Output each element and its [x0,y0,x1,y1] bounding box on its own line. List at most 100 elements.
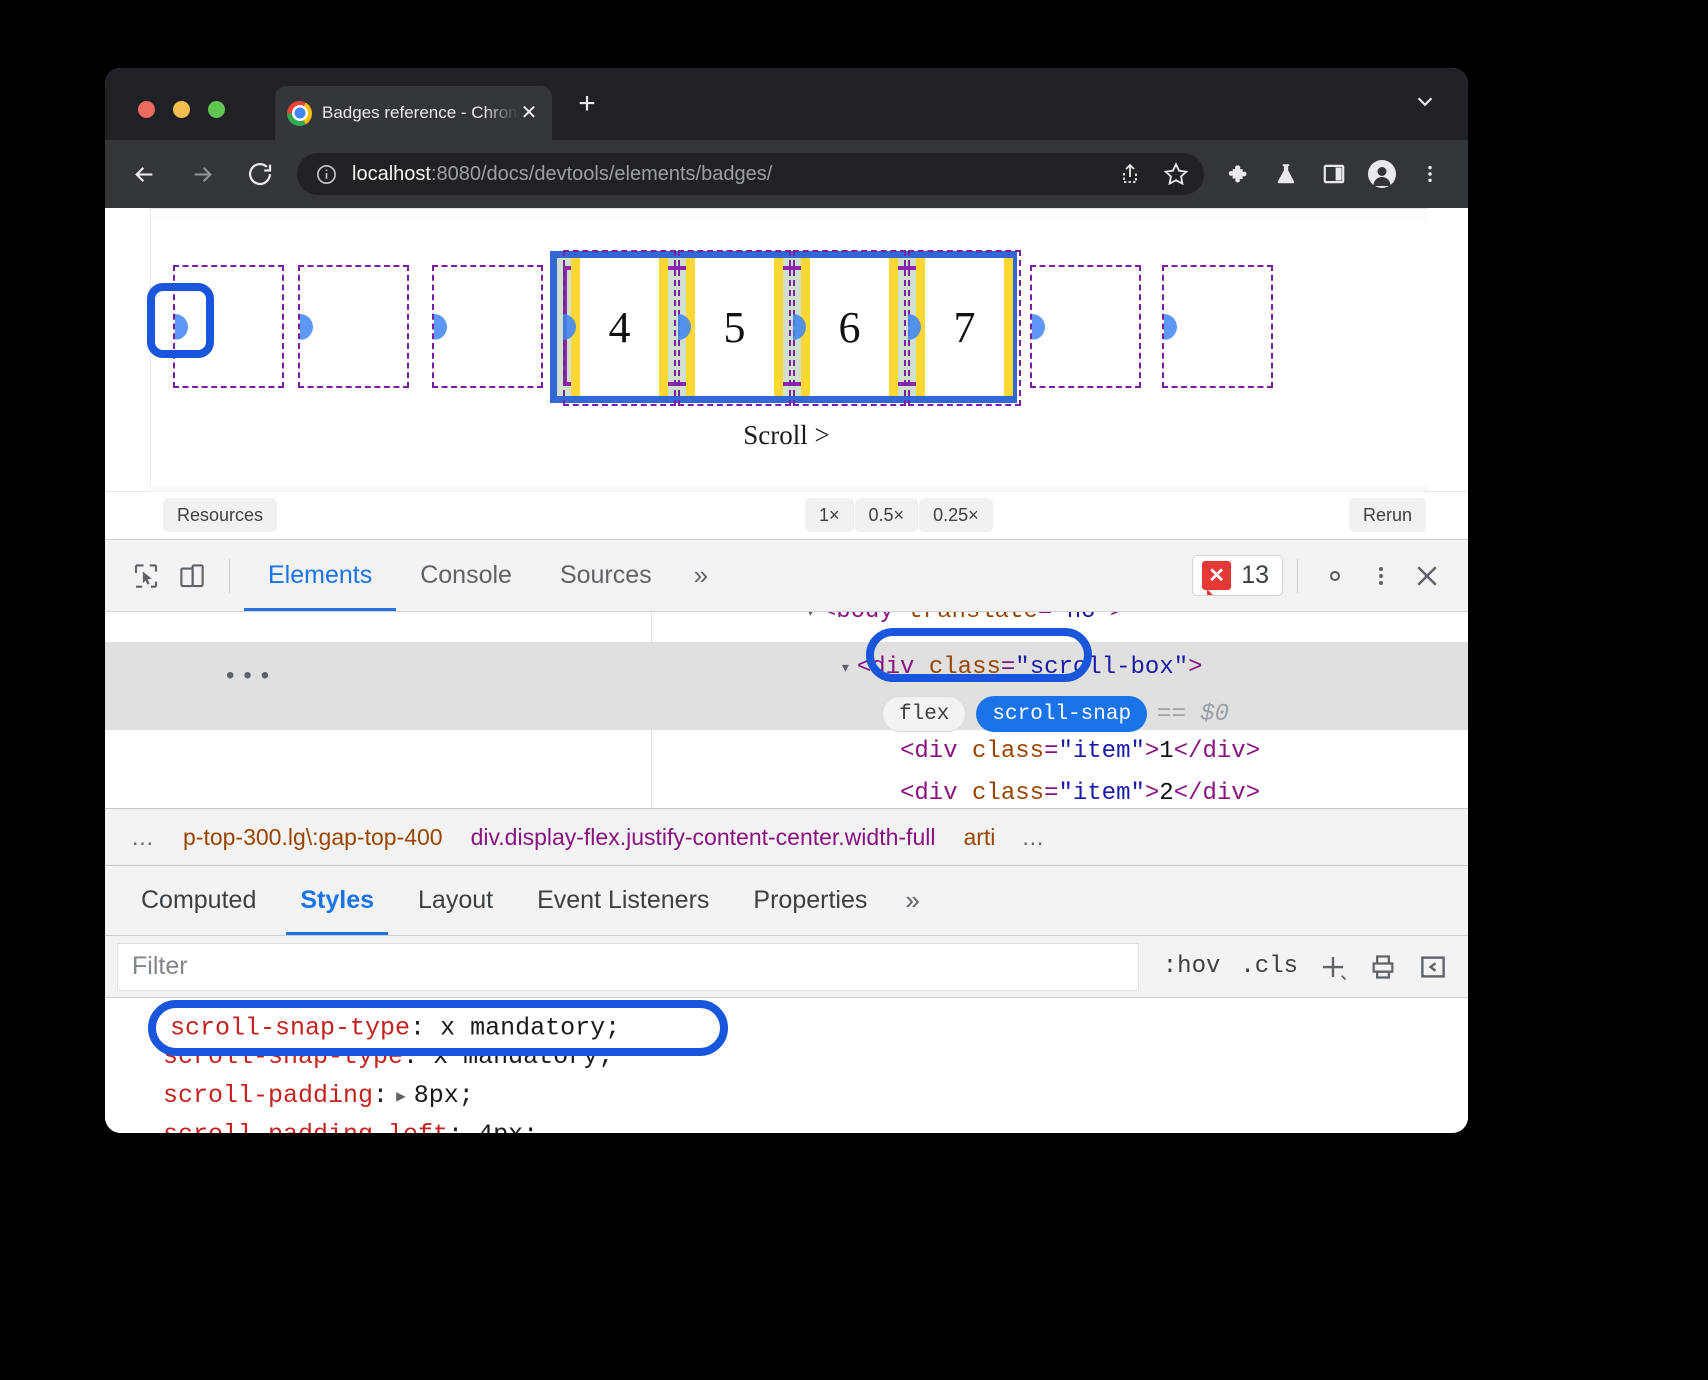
kebab-menu-icon[interactable] [1358,553,1404,599]
scroll-item: 4 [571,258,668,396]
css-property-value[interactable]: 4px [478,1120,523,1133]
expand-triangle-icon[interactable]: ▾ [840,659,851,679]
breadcrumb-overflow-right[interactable]: … [1009,824,1059,851]
flask-icon[interactable] [1266,154,1306,194]
devtools-panel: Elements Console Sources » ✕ 13 [105,539,1468,1133]
css-property-value[interactable]: x mandatory [433,1042,598,1071]
css-property-name[interactable]: scroll-snap-type [163,1042,403,1071]
device-toggle-icon[interactable] [169,553,215,599]
tab-computed[interactable]: Computed [119,866,278,935]
expand-shorthand-icon[interactable]: ▶ [268,1008,294,1028]
share-icon[interactable] [1110,154,1150,194]
rerun-button[interactable]: Rerun [1349,498,1426,532]
plus-icon[interactable] [1310,944,1356,990]
css-declaration-scroll-snap-type[interactable]: scroll-snap-type: x mandatory; [163,1037,1468,1076]
css-property-name[interactable]: scroll-padding [163,1081,373,1110]
tab-styles[interactable]: Styles [278,866,396,935]
maximize-window-button[interactable] [208,101,225,118]
avatar[interactable] [1362,154,1402,194]
snap-point-marker [1151,314,1177,340]
dom-row-menu-icon[interactable]: ••• [223,664,275,691]
back-arrow-icon[interactable] [123,153,165,195]
tab-sources[interactable]: Sources [536,540,676,611]
forward-arrow-icon[interactable] [181,153,223,195]
snap-point-marker [1019,314,1045,340]
breadcrumb-item-1[interactable]: div.display-flex.justify-content-center.… [457,824,950,851]
breadcrumb-item-2[interactable]: arti [949,824,1009,851]
css-property-value[interactable]: 8px [414,1081,459,1110]
expand-shorthand-icon[interactable]: ▶ [388,1086,414,1106]
css-property-name[interactable]: scroll-padding-left [163,1120,448,1133]
zoom-level-group: 1× 0.5× 0.25× [805,498,993,532]
gear-icon[interactable] [1312,553,1358,599]
tab-event-listeners[interactable]: Event Listeners [515,866,731,935]
scroll-hint-label: Scroll > [105,420,1468,451]
hover-state-button[interactable]: :hov [1155,953,1229,980]
error-x-icon: ✕ [1202,561,1231,590]
snap-area-cell [432,265,543,388]
snap-point-marker [287,314,313,340]
snap-point-marker [162,314,188,340]
tab-elements[interactable]: Elements [244,540,396,611]
kebab-menu-icon[interactable] [1410,154,1450,194]
browser-tab[interactable]: Badges reference - Chrome De ✕ [275,86,552,140]
url-text: localhost:8080/docs/devtools/elements/ba… [352,163,1110,186]
scroll-item: 6 [801,258,898,396]
inspect-cursor-icon[interactable] [123,553,169,599]
browser-toolbar: localhost:8080/docs/devtools/elements/ba… [105,140,1468,208]
dom-tree[interactable]: ▾<body translate="no"> ••• ▾<div class="… [105,612,1468,808]
styles-rules-pane[interactable]: margin: ▶ auto; scroll-snap-type: x mand… [105,998,1468,1133]
close-window-button[interactable] [138,101,155,118]
css-property-value[interactable]: auto [294,1003,354,1032]
css-property-name[interactable]: margin [163,1003,253,1032]
zoom-0.25x-button[interactable]: 0.25× [919,498,993,532]
star-icon[interactable] [1156,154,1196,194]
snap-area-cell [298,265,409,388]
snap-point-marker [421,314,447,340]
address-bar[interactable]: localhost:8080/docs/devtools/elements/ba… [297,153,1204,195]
close-icon[interactable] [1404,553,1450,599]
dom-row-body[interactable]: ▾<body translate="no"> [105,612,1468,642]
css-declaration-scroll-padding[interactable]: scroll-padding: ▶ 8px; [163,1076,1468,1115]
devtools-toolbar: Elements Console Sources » ✕ 13 [105,540,1468,612]
breadcrumb[interactable]: … p-top-300.lg\:gap-top-400 div.display-… [105,808,1468,866]
print-style-icon[interactable] [1360,944,1406,990]
filter-input[interactable]: Filter [117,943,1139,991]
puzzle-icon[interactable] [1218,154,1258,194]
info-circle-icon[interactable] [315,163,338,186]
css-declaration-scroll-padding-left[interactable]: scroll-padding-left: 4px; [163,1115,1468,1133]
minimize-window-button[interactable] [173,101,190,118]
scroll-item: 5 [686,258,783,396]
zoom-0.5x-button[interactable]: 0.5× [855,498,919,532]
url-path: :8080/docs/devtools/elements/badges/ [431,163,772,185]
error-count-badge[interactable]: ✕ 13 [1192,555,1283,596]
new-tab-button[interactable]: + [573,90,601,118]
resources-button[interactable]: Resources [163,498,277,532]
tab-strip: Badges reference - Chrome De ✕ + [105,68,1468,140]
dom-row-scroll-box[interactable]: ••• ▾<div class="scroll-box"> flex scrol… [105,642,1468,730]
chrome-logo-icon [287,101,312,126]
chevron-down-icon[interactable] [1412,89,1438,120]
dom-row-item-2[interactable]: <div class="item">2</div> [105,772,1468,808]
more-tabs-icon[interactable]: » [676,560,726,591]
reload-icon[interactable] [239,153,281,195]
tab-properties[interactable]: Properties [731,866,889,935]
divider [150,208,1428,209]
badge-scroll-snap[interactable]: scroll-snap [976,696,1147,732]
zoom-1x-button[interactable]: 1× [805,498,854,532]
side-panel-icon[interactable] [1314,154,1354,194]
tab-layout[interactable]: Layout [396,866,515,935]
class-editor-button[interactable]: .cls [1232,953,1306,980]
devtools-tab-list: Elements Console Sources » [244,540,726,611]
expand-triangle-icon[interactable]: ▾ [805,612,816,623]
dom-row-item-1[interactable]: <div class="item">1</div> [105,730,1468,772]
more-tabs-icon[interactable]: » [889,885,935,916]
badge-flex[interactable]: flex [882,696,966,732]
tab-console[interactable]: Console [396,540,536,611]
breadcrumb-item-0[interactable]: p-top-300.lg\:gap-top-400 [169,824,457,851]
console-ref-label: == $0 [1157,701,1229,728]
collapse-sidebar-icon[interactable] [1410,944,1456,990]
close-icon[interactable]: ✕ [518,102,540,124]
breadcrumb-overflow-left[interactable]: … [119,824,169,851]
css-declaration-margin[interactable]: margin: ▶ auto; [163,998,1468,1037]
